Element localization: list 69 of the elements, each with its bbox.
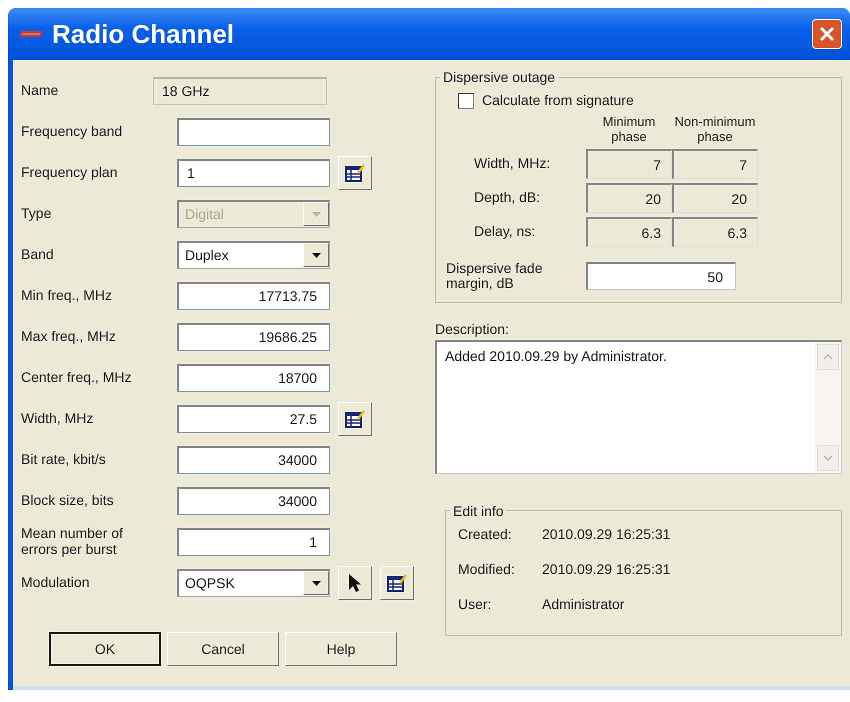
value-field: 20 xyxy=(672,182,758,213)
info-value: Administrator xyxy=(542,594,624,614)
dropdown[interactable]: Duplex xyxy=(177,240,330,268)
field-label: Center freq., MHz xyxy=(21,370,132,386)
value-field: 7 xyxy=(586,148,672,179)
field-label: Block size, bits xyxy=(21,492,115,508)
field-label: Dispersive fade margin, dB xyxy=(446,260,544,292)
field-label: Type xyxy=(21,206,52,222)
close-button[interactable] xyxy=(812,19,842,49)
field-label: Min freq., MHz xyxy=(21,288,114,304)
group-title: Edit info xyxy=(452,504,505,518)
field-label: Bit rate, kbit/s xyxy=(21,452,107,468)
dialog-button[interactable]: Help xyxy=(285,632,397,666)
table-edit-icon xyxy=(345,164,365,182)
table-button[interactable] xyxy=(338,156,372,190)
value-field: 20 xyxy=(586,182,672,213)
field-label: Band xyxy=(21,246,55,262)
group-title: Dispersive outage xyxy=(442,70,556,84)
info-label: User: xyxy=(458,594,492,614)
window-title: Radio Channel xyxy=(52,18,236,50)
column-header: Non-minimum phase xyxy=(674,115,756,145)
pointer-button[interactable] xyxy=(338,566,372,600)
input-field[interactable]: 18700 xyxy=(177,364,330,392)
field-label: Description: xyxy=(435,320,510,339)
dialog-button[interactable]: OK xyxy=(49,632,161,666)
field-label: Max freq., MHz xyxy=(21,328,117,344)
table-button[interactable] xyxy=(338,402,372,436)
input-field[interactable]: 50 xyxy=(586,262,736,290)
row-label: Depth, dB: xyxy=(473,188,542,208)
info-value: 2010.09.29 16:25:31 xyxy=(542,560,670,579)
dropdown[interactable]: OQPSK xyxy=(177,568,330,596)
table-edit-icon xyxy=(345,410,365,428)
info-label: Created: xyxy=(458,524,513,544)
input-field[interactable]: 1 xyxy=(177,528,330,556)
value-field: 6.3 xyxy=(672,216,758,247)
input-field[interactable]: 34000 xyxy=(177,486,330,514)
field-label: Frequency band xyxy=(21,124,124,140)
close-icon xyxy=(818,25,836,43)
input-field[interactable]: 17713.75 xyxy=(177,282,330,310)
pointer-icon xyxy=(348,572,362,592)
dialog-button[interactable]: Cancel xyxy=(167,632,279,666)
field-label: Name xyxy=(21,82,60,98)
value-field: 6.3 xyxy=(586,216,672,247)
app-icon xyxy=(20,29,42,39)
info-value: 2010.09.29 16:25:31 xyxy=(542,524,670,544)
info-label: Modified: xyxy=(458,560,516,579)
table-button[interactable] xyxy=(380,566,414,600)
column-header: Minimum phase xyxy=(602,115,656,145)
checkbox[interactable] xyxy=(458,92,474,108)
dropdown-arrow-icon xyxy=(312,580,320,586)
checkbox-label: Calculate from signature xyxy=(482,91,634,110)
input-field[interactable]: 27.5 xyxy=(177,404,330,432)
input-field[interactable] xyxy=(177,118,330,146)
dropdown-arrow-icon xyxy=(312,252,320,258)
input-field[interactable]: 1 xyxy=(177,158,330,186)
row-label: Delay, ns: xyxy=(473,222,536,242)
row-label: Width, MHz: xyxy=(473,154,552,174)
field-label: Mean number of errors per burst xyxy=(21,526,124,557)
input-field[interactable]: 18 GHz xyxy=(153,76,327,104)
field-label: Modulation xyxy=(21,574,90,590)
value-field: 7 xyxy=(672,148,758,179)
input-field[interactable]: 19686.25 xyxy=(177,322,330,350)
description-text: Added 2010.09.29 by Administrator. xyxy=(444,346,668,366)
table-edit-icon xyxy=(387,574,407,592)
field-label: Width, MHz xyxy=(21,410,94,426)
input-field[interactable]: 34000 xyxy=(177,446,330,474)
dropdown-arrow-icon xyxy=(312,212,320,216)
text-area[interactable]: Added 2010.09.29 by Administrator. xyxy=(435,340,842,474)
field-label: Frequency plan xyxy=(21,164,119,180)
